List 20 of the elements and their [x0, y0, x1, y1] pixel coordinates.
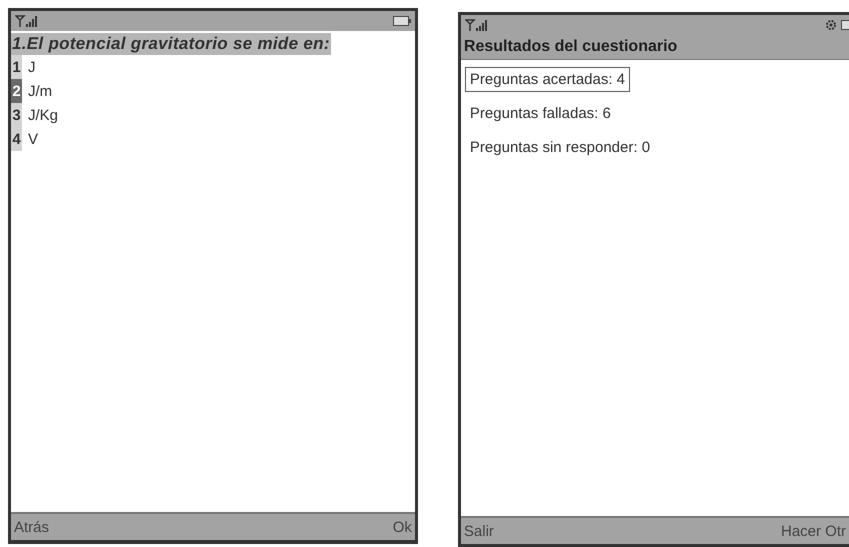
back-softkey[interactable]: Atrás [14, 518, 50, 536]
battery-icon [392, 16, 411, 26]
answer-option[interactable]: 3 J/Kg [11, 103, 415, 127]
result-item[interactable]: Preguntas sin responder: 0 [464, 135, 656, 160]
result-item[interactable]: Preguntas acertadas: 4 [464, 67, 630, 92]
answer-option[interactable]: 4 V [11, 127, 415, 151]
battery-icon [841, 20, 849, 30]
ok-softkey[interactable]: Ok [392, 518, 412, 536]
screen-title: Resultados del cuestionario [460, 35, 849, 60]
option-number: 3 [11, 103, 22, 127]
option-number: 2 [11, 79, 22, 103]
gear-icon [825, 19, 837, 31]
option-number: 4 [11, 127, 22, 151]
answer-option[interactable]: 1 J [11, 55, 415, 79]
exit-softkey[interactable]: Salir [464, 522, 494, 540]
question-title: 1.El potencial gravitatorio se mide en: [11, 33, 331, 55]
option-number: 1 [11, 55, 22, 79]
answer-option[interactable]: 2 J/m [11, 79, 415, 103]
retry-softkey[interactable]: Hacer Otr [780, 522, 846, 540]
result-item[interactable]: Preguntas falladas: 6 [464, 101, 616, 126]
